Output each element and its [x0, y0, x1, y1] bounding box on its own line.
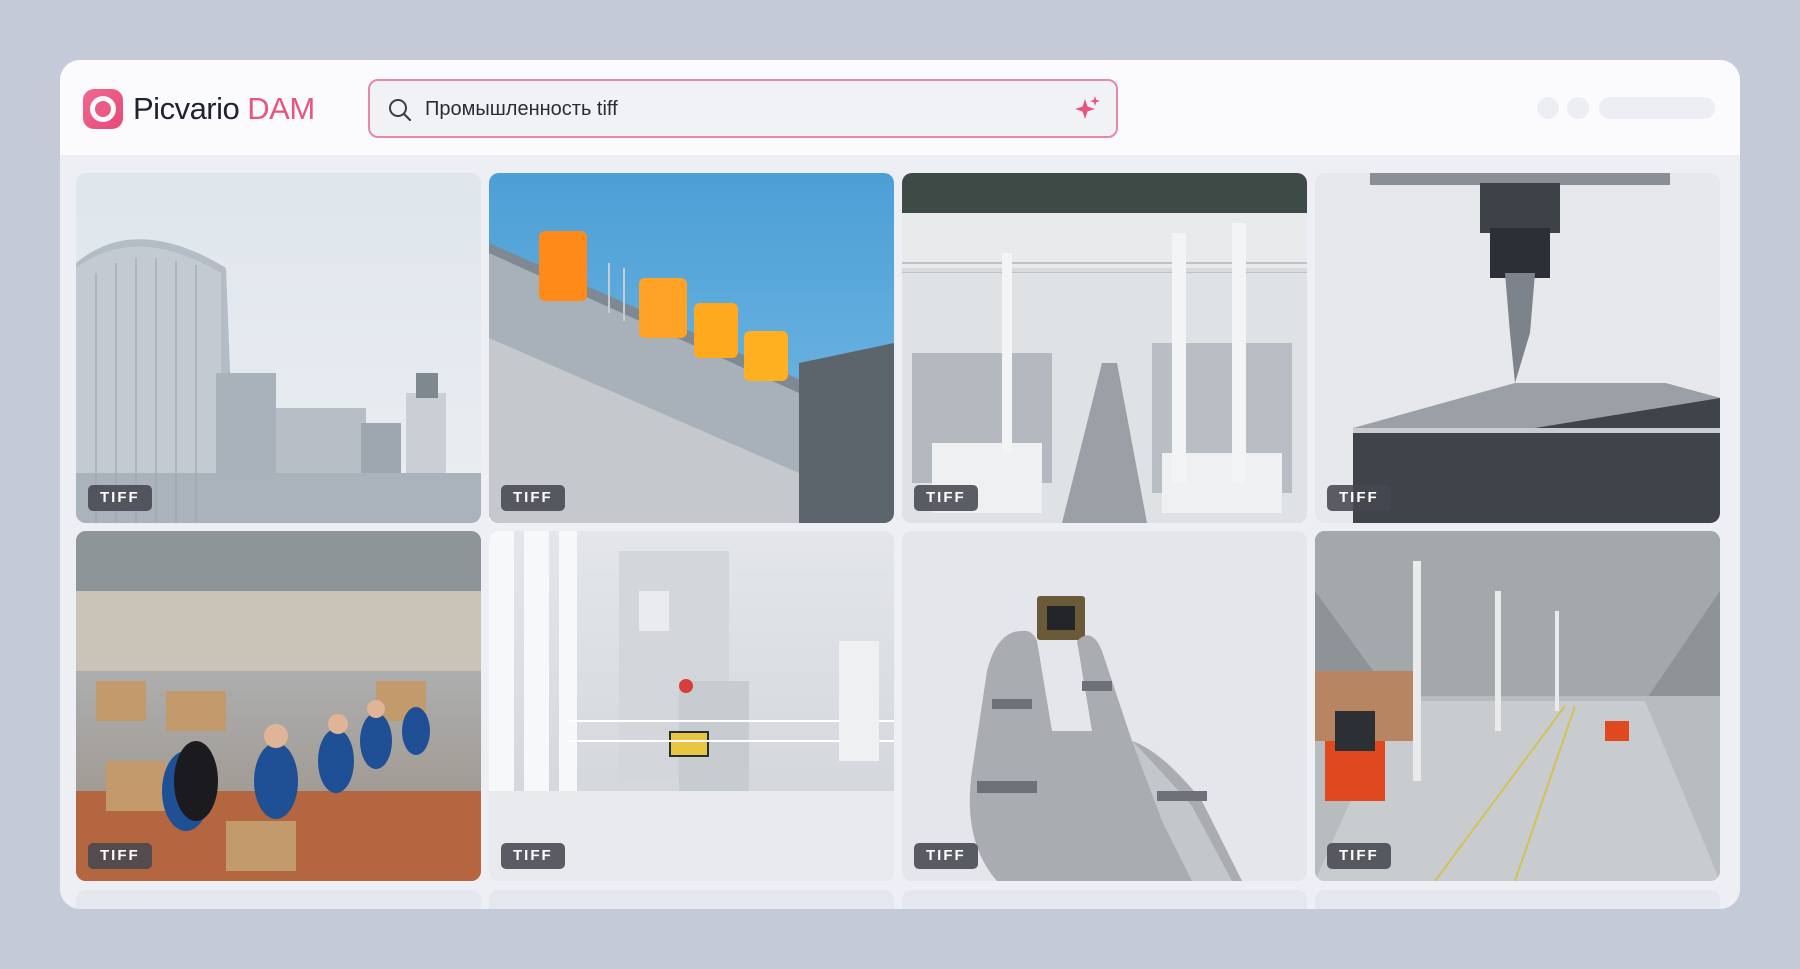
image-thumbnail: [969, 596, 1242, 881]
format-badge: TIFF: [88, 485, 152, 511]
notification-placeholder: [1567, 97, 1589, 119]
format-badge: TIFF: [914, 485, 978, 511]
logo-icon: [83, 89, 123, 129]
user-menu-placeholder: [1537, 97, 1715, 119]
image-thumbnail: [1315, 531, 1720, 881]
result-card-placeholder: [902, 890, 1307, 909]
result-card-placeholder: [489, 890, 894, 909]
results-grid: TIFF TIFF TIFF TIFF TIFF TIFF TIFF TIFF: [76, 173, 1726, 909]
format-badge: TIFF: [501, 843, 565, 869]
result-card-factory-building[interactable]: TIFF: [76, 173, 481, 523]
image-thumbnail: [902, 173, 1307, 523]
image-thumbnail: [76, 239, 481, 523]
logo-name: Picvario: [133, 91, 240, 126]
format-badge: TIFF: [88, 843, 152, 869]
search-input[interactable]: [425, 91, 1025, 127]
result-card-cnc-drill[interactable]: TIFF: [1315, 173, 1720, 523]
result-card-assembly-line[interactable]: TIFF: [76, 531, 481, 881]
image-thumbnail: [489, 531, 894, 881]
logo-text: Picvario DAM: [133, 91, 315, 127]
result-card-warehouse[interactable]: TIFF: [1315, 531, 1720, 881]
result-card-placeholder: [76, 890, 481, 909]
username-placeholder: [1599, 97, 1715, 119]
format-badge: TIFF: [501, 485, 565, 511]
header: Picvario DAM: [60, 60, 1740, 155]
logo[interactable]: Picvario DAM: [83, 88, 315, 130]
format-badge: TIFF: [914, 843, 978, 869]
image-thumbnail: [1353, 173, 1720, 523]
logo-accent: DAM: [247, 91, 315, 126]
result-card-white-machine[interactable]: TIFF: [489, 531, 894, 881]
result-card-orange-tanks[interactable]: TIFF: [489, 173, 894, 523]
avatar-placeholder: [1537, 97, 1559, 119]
format-badge: TIFF: [1327, 485, 1391, 511]
result-card-robot-hand[interactable]: TIFF: [902, 531, 1307, 881]
result-card-placeholder: [1315, 890, 1720, 909]
search-bar[interactable]: [368, 79, 1118, 138]
image-thumbnail: [76, 531, 481, 881]
ai-sparkle-icon[interactable]: [1072, 94, 1102, 124]
app-window: Picvario DAM Промышленность tiff TIFF TI…: [60, 60, 1740, 909]
result-card-production-hall[interactable]: TIFF: [902, 173, 1307, 523]
image-thumbnail: [489, 231, 894, 523]
format-badge: TIFF: [1327, 843, 1391, 869]
search-icon: [389, 99, 412, 122]
